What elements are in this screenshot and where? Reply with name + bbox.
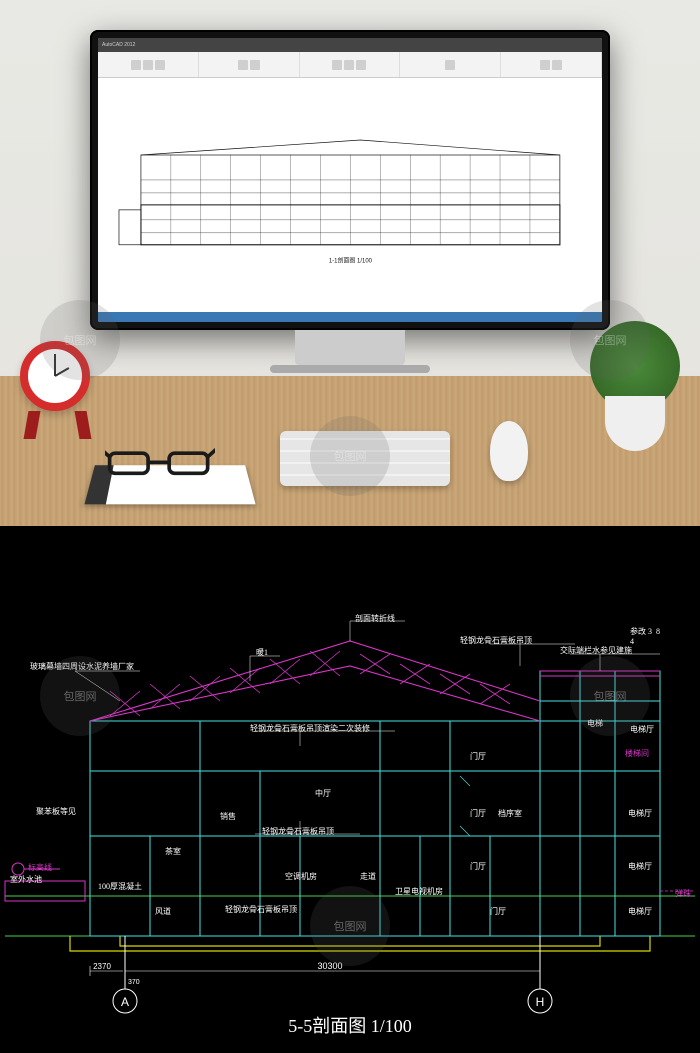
label-curtain-wall: 交际端栏水参见建施: [560, 645, 632, 656]
label-wind: 风道: [155, 906, 171, 917]
cad-canvas[interactable]: 1-1剖面图 1/100: [98, 78, 602, 312]
label-ac: 空调机房: [285, 871, 317, 882]
monitor-screen: AutoCAD 2012: [90, 30, 610, 330]
label-corridor: 走道: [360, 871, 376, 882]
grid-a: A: [121, 995, 129, 1009]
label-floor: 聚苯板等见: [36, 806, 76, 817]
monitor-stand: [295, 330, 405, 365]
label-elevhall3: 电梯厅: [628, 906, 652, 917]
small-caption: 1-1剖面图 1/100: [328, 257, 372, 265]
label-ceil4: 轻钢龙骨石膏板吊顶: [225, 904, 297, 915]
label-lobby1: 门厅: [470, 751, 486, 762]
desk-clock: [20, 341, 95, 451]
cad-statusbar[interactable]: [98, 312, 602, 322]
cad-titlebar[interactable]: AutoCAD 2012: [98, 38, 602, 52]
monitor-foot: [270, 365, 430, 373]
label-tea: 茶室: [165, 846, 181, 857]
label-roof-break: 剖面转折线: [355, 613, 395, 624]
label-ceil2: 轻钢龙骨石膏板吊顶渲染二次装修: [250, 723, 370, 734]
clock-face-icon: [20, 341, 90, 411]
cad-window: AutoCAD 2012: [98, 38, 602, 322]
label-slab: 100厚混凝土: [98, 881, 142, 892]
monitor: AutoCAD 2012: [90, 30, 610, 373]
label-ceil3: 轻钢龙骨石膏板吊顶: [262, 826, 334, 837]
drawing-title: 5-5剖面图 1/100: [0, 1012, 700, 1038]
dim-left2: 370: [128, 979, 140, 986]
cad-section-drawing: 30300 2370 370 A H 剖面转折线 暖1 玻璃幕墙四周设水泥养墙厂…: [0, 526, 700, 1053]
label-elevhall2: 电梯厅: [628, 861, 652, 872]
label-elevhall4: 电梯厅: [630, 724, 654, 735]
label-satellite: 卫星电视机房: [395, 886, 443, 897]
label-pool: 室外水池: [10, 874, 42, 885]
cad-ribbon[interactable]: [98, 52, 602, 78]
label-lobby2: 门厅: [470, 808, 486, 819]
mouse[interactable]: [490, 421, 528, 481]
label-recept: 档序室: [498, 808, 522, 819]
label-elev: 电梯: [587, 718, 603, 729]
label-stair: 楼梯间: [625, 748, 649, 759]
label-elev-icon: 弹珠: [675, 888, 691, 899]
label-sales: 销售: [220, 811, 236, 822]
grid-h: H: [536, 995, 545, 1009]
glasses-icon: [105, 444, 215, 486]
label-roof-note: 暖1: [256, 647, 268, 658]
label-lobby4: 门厅: [490, 906, 506, 917]
label-roof-type: 玻璃幕墙四周设水泥养墙厂家: [30, 661, 134, 672]
dim-main: 30300: [317, 961, 342, 971]
cad-title: AutoCAD 2012: [102, 42, 135, 48]
dim-left: 2370: [93, 962, 111, 971]
label-elevhall1: 电梯厅: [628, 808, 652, 819]
label-lobby3: 门厅: [470, 861, 486, 872]
keyboard[interactable]: [280, 431, 450, 486]
desk-scene: AutoCAD 2012: [0, 0, 700, 526]
label-datum: 标高线: [28, 862, 52, 873]
label-atrium: 中厅: [315, 788, 331, 799]
desk-plant: [590, 321, 680, 451]
label-ceiling-light: 轻钢龙骨石膏板吊顶: [460, 635, 532, 646]
elevation-drawing: 1-1剖面图 1/100: [111, 113, 590, 277]
label-ref: 参改 3 8 4: [630, 626, 660, 646]
